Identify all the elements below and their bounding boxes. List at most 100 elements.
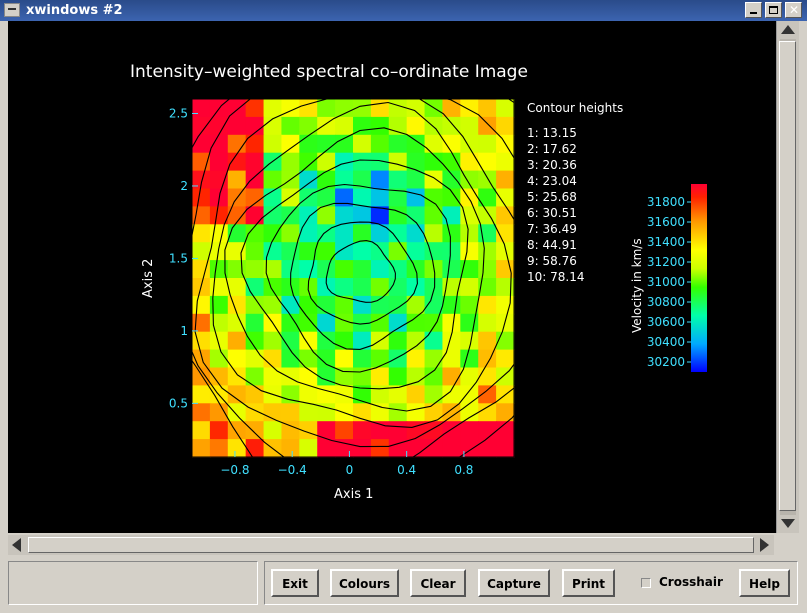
horizontal-scrollbar[interactable] (8, 535, 774, 555)
heatmap-cell (335, 116, 354, 136)
heatmap-cell (353, 331, 372, 351)
heatmap-cell (245, 313, 265, 333)
minimize-icon[interactable] (745, 2, 762, 18)
heatmap-cell (245, 188, 265, 207)
colorbar-label: Velocity in km/s (630, 238, 644, 333)
heatmap-cell (317, 206, 336, 225)
scroll-right-icon[interactable] (760, 538, 769, 552)
window-menu-icon[interactable] (4, 3, 20, 17)
heatmap-cell (263, 421, 283, 440)
heatmap-cell (406, 367, 426, 386)
heatmap-cell (192, 385, 211, 404)
heatmap-cell (245, 385, 265, 404)
heatmap-cell (209, 439, 229, 458)
heatmap-cell (227, 331, 247, 351)
maximize-icon[interactable] (765, 2, 782, 18)
crosshair-checkbox[interactable] (641, 578, 651, 588)
heatmap-cell (496, 170, 515, 190)
heatmap-cell (281, 116, 300, 136)
heatmap-cell (192, 421, 211, 440)
heatmap-cell (245, 206, 265, 225)
exit-button[interactable]: Exit (271, 569, 319, 597)
heatmap-cell (370, 99, 390, 118)
heatmap-cell (370, 260, 390, 279)
heatmap-cell (281, 367, 300, 386)
heatmap-cell (406, 188, 426, 207)
heatmap-cell (370, 188, 390, 207)
heatmap-cell (299, 313, 318, 333)
print-button[interactable]: Print (562, 569, 615, 597)
heatmap-cell (299, 385, 318, 404)
close-icon[interactable]: ✕ (785, 2, 802, 18)
heatmap-cell (245, 439, 265, 458)
heatmap-cell (478, 260, 497, 279)
heatmap-cell (370, 349, 390, 369)
colorbar-tick-label: 30200 (647, 355, 685, 369)
heatmap-cell (370, 224, 390, 243)
heatmap-cell (388, 313, 408, 333)
heatmap-cell (496, 295, 515, 315)
velocity-heatmap (192, 99, 515, 458)
horizontal-scroll-thumb[interactable] (28, 537, 754, 553)
heatmap-cell (299, 188, 318, 207)
heatmap-cell (424, 188, 444, 207)
heatmap-cell (460, 224, 479, 243)
y-tick-label: 2.5 (169, 106, 188, 120)
heatmap-cell (299, 403, 318, 422)
colours-button[interactable]: Colours (330, 569, 399, 597)
heatmap-cell (442, 152, 461, 172)
heatmap-cell (460, 278, 479, 297)
colorbar-tick-label: 30600 (647, 315, 685, 329)
heatmap-cell (317, 313, 336, 333)
heatmap-cell (192, 242, 211, 261)
heatmap-cell (478, 99, 497, 118)
heatmap-cell (388, 152, 408, 172)
contour-list: 1: 13.15 2: 17.62 3: 20.36 4: 23.04 5: 2… (527, 126, 584, 284)
scroll-up-icon[interactable] (781, 25, 795, 34)
help-button[interactable]: Help (739, 569, 790, 597)
heatmap-cell (192, 295, 211, 315)
heatmap-cell (460, 188, 479, 207)
heatmap-cell (209, 152, 229, 172)
heatmap-cell (442, 116, 461, 136)
colorbar-tick-label: 31200 (647, 255, 685, 269)
capture-button[interactable]: Capture (478, 569, 550, 597)
heatmap-cell (478, 439, 497, 458)
heatmap-cell (192, 331, 211, 351)
heatmap-cell (209, 116, 229, 136)
heatmap-cell (299, 260, 318, 279)
heatmap-cell (353, 278, 372, 297)
heatmap-cell (424, 385, 444, 404)
heatmap-cell (478, 206, 497, 225)
heatmap-cell (478, 188, 497, 207)
heatmap-cell (227, 295, 247, 315)
heatmap-cell (496, 278, 515, 297)
heatmap-cell (460, 349, 479, 369)
vertical-scroll-thumb[interactable] (779, 41, 796, 511)
vertical-scrollbar[interactable] (776, 21, 799, 533)
plot-canvas[interactable]: Intensity–weighted spectral co–ordinate … (8, 21, 776, 533)
heatmap-cell (335, 385, 354, 404)
heatmap-cell (281, 295, 300, 315)
heatmap-cell (370, 439, 390, 458)
scroll-left-icon[interactable] (12, 538, 21, 552)
heatmap-cell (442, 421, 461, 440)
heatmap-cell (353, 224, 372, 243)
heatmap-cell (424, 224, 444, 243)
heatmap-cell (406, 403, 426, 422)
heatmap-cell (317, 439, 336, 458)
heatmap-cell (227, 278, 247, 297)
colorbar-tick-label: 30400 (647, 335, 685, 349)
heatmap-cell (460, 116, 479, 136)
heatmap-cell (442, 385, 461, 404)
heatmap-cell (299, 349, 318, 369)
scroll-down-icon[interactable] (781, 519, 795, 528)
heatmap-cell (335, 99, 354, 118)
heatmap-cell (460, 242, 479, 261)
heatmap-cell (478, 170, 497, 190)
heatmap-cell (263, 278, 283, 297)
heatmap-cell (335, 206, 354, 225)
heatmap-cell (317, 385, 336, 404)
clear-button[interactable]: Clear (410, 569, 466, 597)
window-title: xwindows #2 (26, 3, 123, 18)
